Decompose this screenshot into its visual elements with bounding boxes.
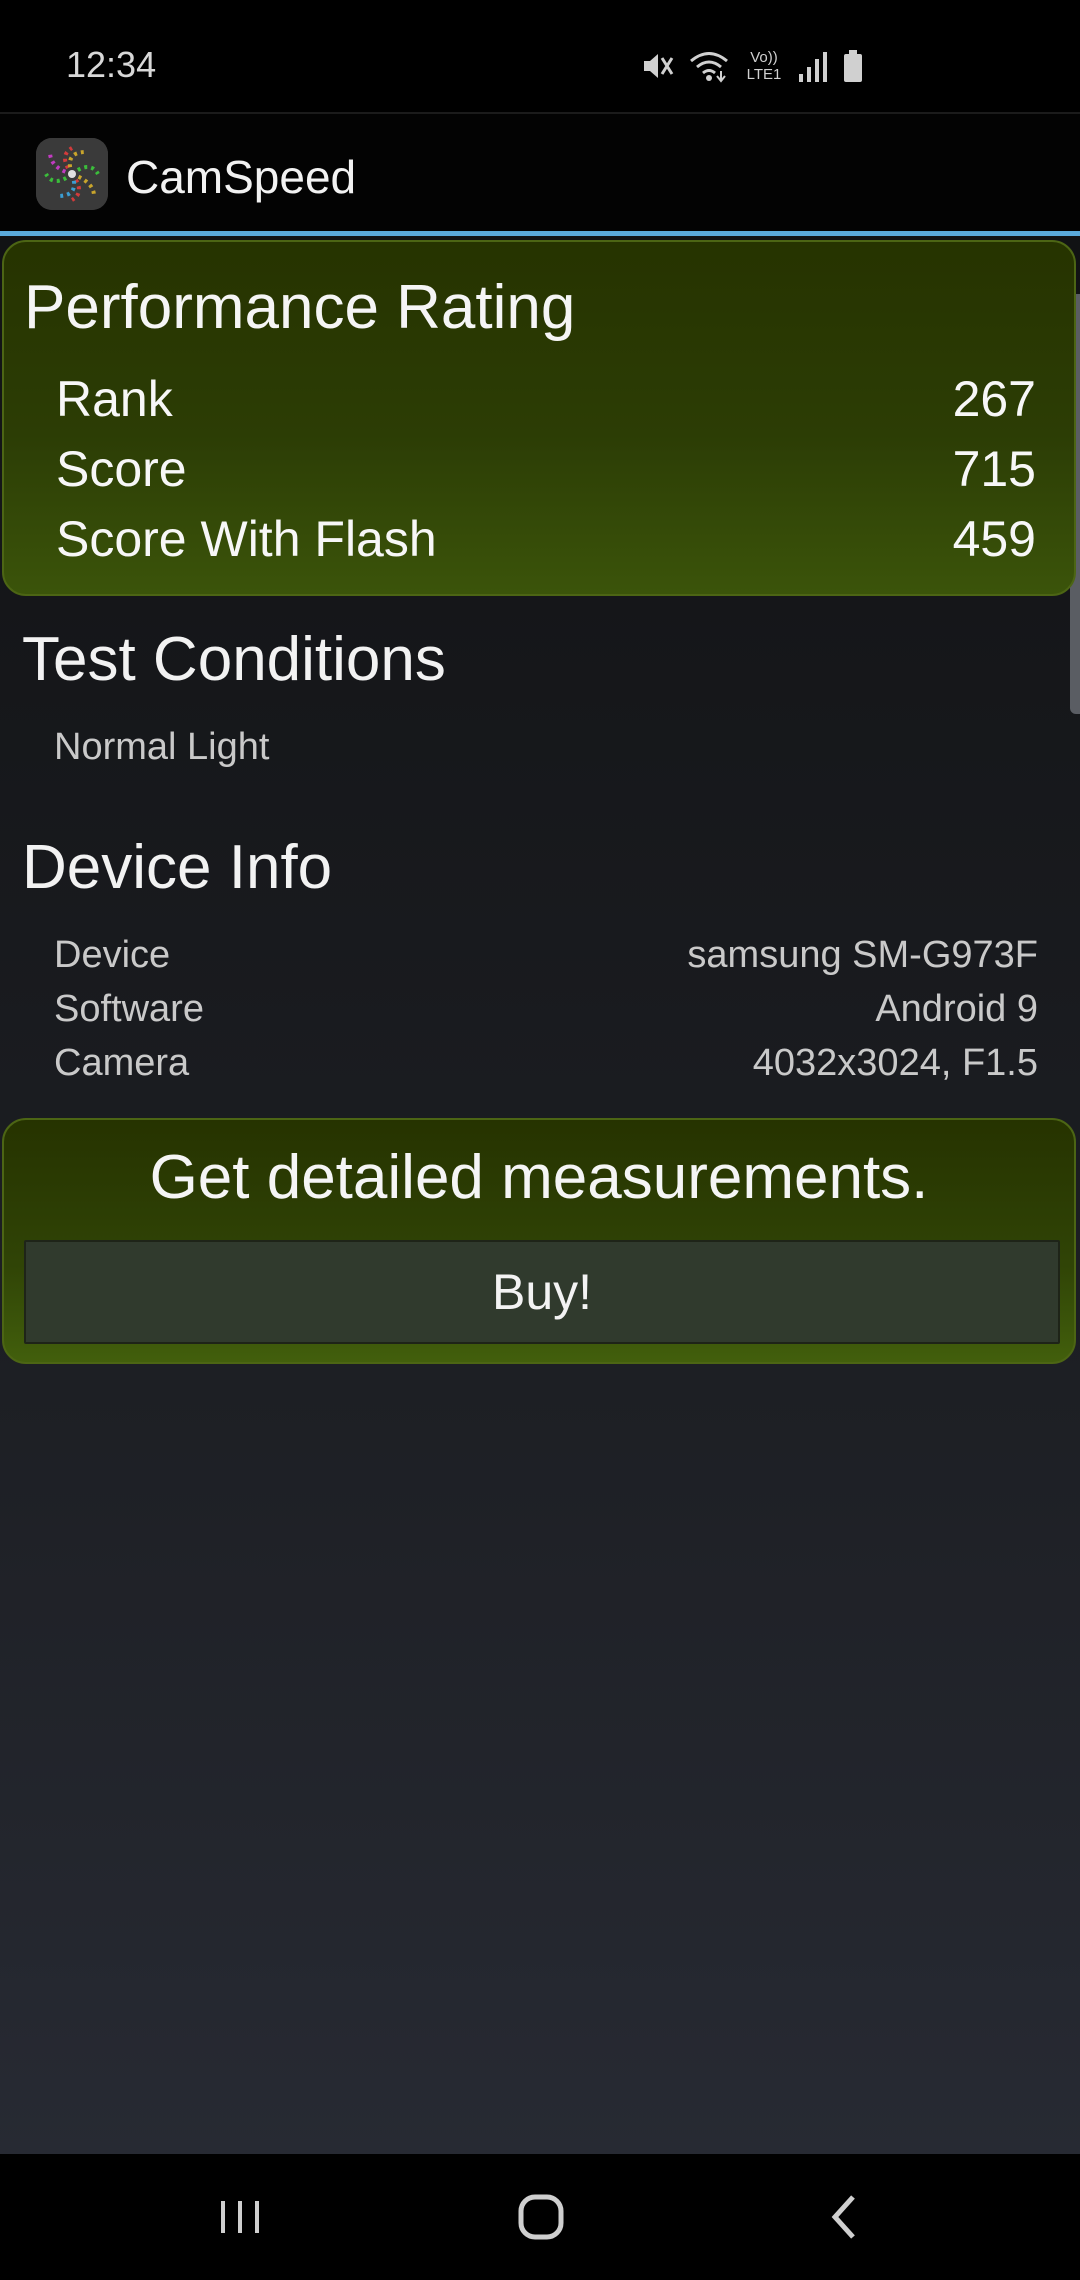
test-conditions-title: Test Conditions bbox=[22, 625, 446, 694]
score-row: Score 715 bbox=[56, 440, 1036, 500]
device-value: samsung SM-G973F bbox=[687, 934, 1038, 976]
app-bar: CamSpeed bbox=[0, 114, 1080, 232]
performance-title: Performance Rating bbox=[24, 273, 576, 342]
rank-label: Rank bbox=[56, 371, 173, 427]
battery-icon bbox=[842, 49, 864, 83]
mute-icon bbox=[640, 49, 674, 83]
camera-row: Camera 4032x3024, F1.5 bbox=[54, 1042, 1038, 1085]
score-value: 715 bbox=[952, 441, 1036, 497]
home-icon[interactable] bbox=[501, 2184, 581, 2250]
rank-row: Rank 267 bbox=[56, 370, 1036, 430]
app-title: CamSpeed bbox=[126, 151, 357, 203]
status-bar: 12:34 Vo)) LTE1 bbox=[0, 0, 1080, 112]
score-with-flash-row: Score With Flash 459 bbox=[56, 510, 1036, 570]
test-condition-value: Normal Light bbox=[54, 726, 270, 768]
rank-value: 267 bbox=[952, 371, 1036, 427]
software-label: Software bbox=[54, 988, 204, 1030]
score-label: Score bbox=[56, 441, 187, 497]
back-icon[interactable] bbox=[804, 2184, 884, 2250]
device-row: Device samsung SM-G973F bbox=[54, 934, 1038, 977]
camera-label: Camera bbox=[54, 1042, 190, 1084]
navigation-bar bbox=[0, 2154, 1080, 2280]
camera-value: 4032x3024, F1.5 bbox=[752, 1042, 1038, 1084]
device-info-title: Device Info bbox=[22, 833, 333, 902]
device-label: Device bbox=[54, 934, 171, 976]
software-value: Android 9 bbox=[875, 988, 1038, 1030]
performance-card: Performance Rating Rank 267 Score 715 Sc… bbox=[2, 240, 1076, 596]
wifi-icon bbox=[688, 49, 730, 83]
promo-text: Get detailed measurements. bbox=[149, 1143, 929, 1212]
buy-button[interactable]: Buy! bbox=[24, 1240, 1060, 1344]
volte-lte-icon: Vo)) LTE1 bbox=[746, 49, 782, 83]
signal-icon bbox=[798, 50, 828, 82]
promo-card: Get detailed measurements. Buy! bbox=[2, 1118, 1076, 1364]
score-with-flash-label: Score With Flash bbox=[56, 511, 437, 567]
camspeed-app-icon bbox=[36, 138, 108, 210]
recent-apps-icon[interactable] bbox=[200, 2184, 280, 2250]
software-row: Software Android 9 bbox=[54, 988, 1038, 1031]
status-icons: Vo)) LTE1 bbox=[640, 46, 864, 86]
score-with-flash-value: 459 bbox=[952, 511, 1036, 567]
status-time: 12:34 bbox=[66, 44, 157, 85]
